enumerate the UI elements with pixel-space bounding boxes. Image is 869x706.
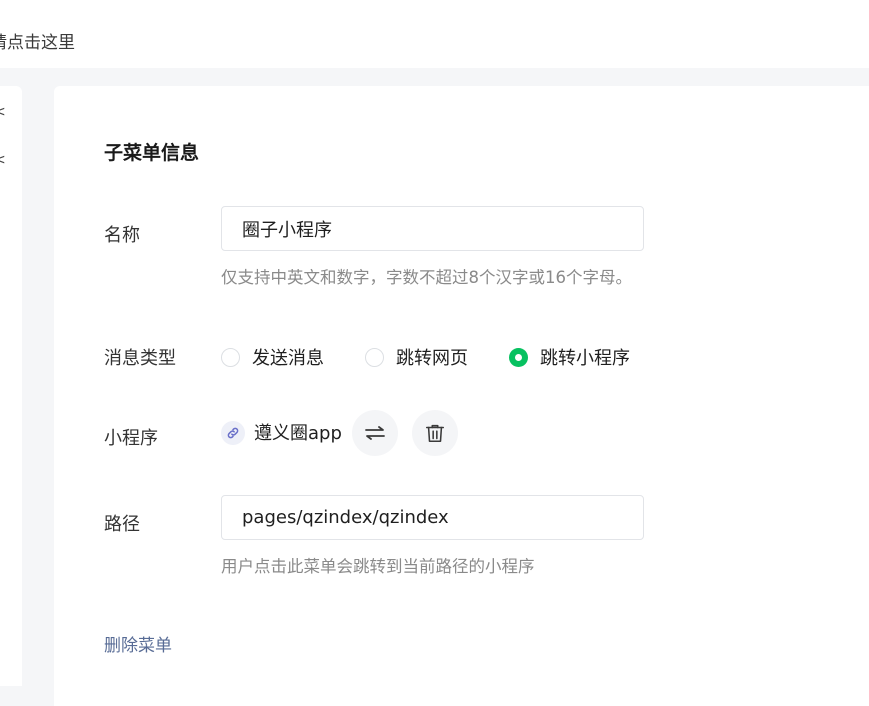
left-panel-mark: < [0, 152, 6, 168]
name-help-text: 仅支持中英文和数字，字数不超过8个汉字或16个字母。 [221, 268, 632, 287]
switch-miniprogram-button[interactable] [352, 410, 398, 456]
radio-label: 跳转小程序 [540, 348, 630, 369]
delete-menu-link[interactable]: 删除菜单 [104, 631, 172, 656]
message-type-label: 消息类型 [104, 348, 176, 369]
miniprogram-label: 小程序 [104, 428, 158, 449]
radio-label: 跳转网页 [396, 348, 468, 369]
delete-miniprogram-button[interactable] [412, 410, 458, 456]
swap-icon [365, 426, 385, 440]
trash-icon [425, 424, 445, 443]
radio-indicator-checked [509, 347, 528, 367]
name-input[interactable] [221, 206, 644, 251]
radio-indicator [221, 347, 240, 367]
miniprogram-name: 遵义圈app [254, 423, 342, 444]
radio-send-message[interactable]: 发送消息 [221, 344, 324, 370]
path-input[interactable] [221, 495, 644, 540]
name-label: 名称 [104, 225, 140, 246]
radio-jump-webpage[interactable]: 跳转网页 [365, 344, 468, 370]
left-panel: < < [0, 86, 22, 686]
left-panel-mark: < [0, 104, 6, 120]
radio-jump-miniprogram[interactable]: 跳转小程序 [509, 344, 630, 370]
link-icon [221, 421, 245, 445]
top-hint-link[interactable]: 请点击这里 [0, 28, 75, 53]
radio-indicator [365, 347, 384, 367]
radio-label: 发送消息 [252, 348, 324, 369]
path-label: 路径 [104, 514, 140, 535]
top-bar: 请点击这里 [0, 0, 869, 68]
path-help-text: 用户点击此菜单会跳转到当前路径的小程序 [221, 557, 535, 576]
submenu-info-card: 子菜单信息 名称 仅支持中英文和数字，字数不超过8个汉字或16个字母。 消息类型… [54, 86, 869, 706]
section-title: 子菜单信息 [104, 142, 200, 164]
